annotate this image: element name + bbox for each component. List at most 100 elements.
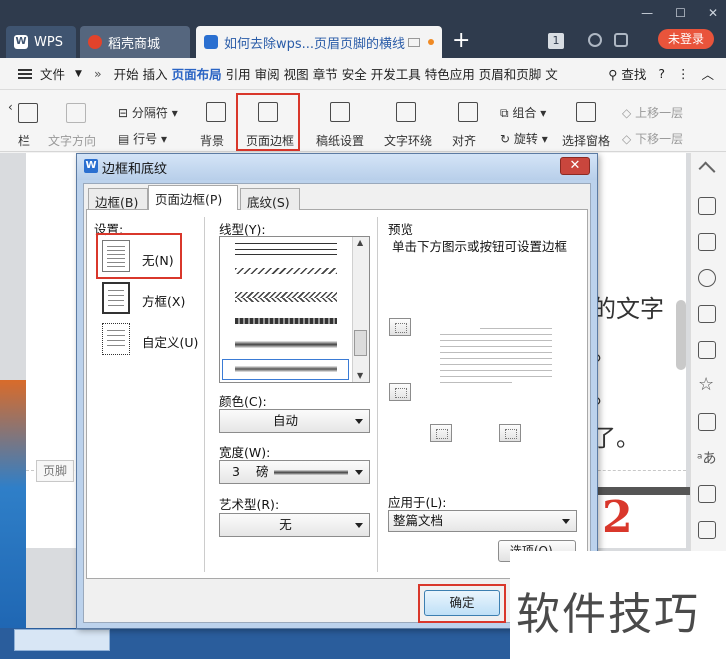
rotate-button[interactable]: ↻ 旋转 ▾ <box>500 130 548 147</box>
background-icon <box>206 102 226 122</box>
help-icon[interactable]: ? <box>658 66 665 81</box>
bring-forward-button[interactable]: ◇ 上移一层 <box>622 104 683 121</box>
setting-box-icon[interactable] <box>102 282 130 314</box>
manuscript-button[interactable]: 稿纸设置 <box>316 132 364 149</box>
page-count-badge[interactable]: 1 <box>548 33 564 49</box>
menu-page-layout[interactable]: 页面布局 <box>170 64 224 83</box>
menu-security[interactable]: 安全 <box>340 64 369 83</box>
scroll-down-icon[interactable]: ▼ <box>357 371 363 380</box>
cursor-icon[interactable] <box>698 233 716 251</box>
text-direction-button[interactable]: 文字方向 <box>48 132 96 149</box>
text-wrap-button[interactable]: 文字环绕 <box>384 132 432 149</box>
picture-icon[interactable] <box>698 521 716 539</box>
document-icon <box>204 35 218 49</box>
line-number-icon: ▤ <box>118 132 130 146</box>
menu-insert[interactable]: 插入 <box>141 64 170 83</box>
line-style-option[interactable] <box>235 298 337 302</box>
menu-special[interactable]: 特色应用 <box>423 64 477 83</box>
color-select[interactable]: 自动 <box>219 409 370 433</box>
tab-wps[interactable]: W WPS <box>6 26 76 58</box>
settings-sliders-icon[interactable] <box>698 305 716 323</box>
dialog-close-button[interactable]: ✕ <box>560 157 590 175</box>
ribbon-scroll-left-icon[interactable]: ‹ <box>8 100 13 114</box>
send-backward-button[interactable]: ◇ 下移一层 <box>622 130 683 147</box>
window-controls: — ☐ ✕ <box>641 6 718 20</box>
setting-custom-label[interactable]: 自定义(U) <box>142 332 198 351</box>
line-style-option[interactable] <box>235 318 337 324</box>
more-left-icon[interactable]: » <box>94 66 102 81</box>
menu-references[interactable]: 引用 <box>224 64 253 83</box>
document-scrollbar[interactable] <box>676 300 686 370</box>
tab-borders[interactable]: 边框(B) <box>88 188 148 210</box>
chevron-down-icon[interactable]: ▼ <box>75 69 82 79</box>
preview-page[interactable] <box>440 328 552 388</box>
art-select[interactable]: 无 <box>219 513 370 537</box>
separator-button[interactable]: ⊟ 分隔符 ▾ <box>118 104 178 121</box>
line-style-option-selected[interactable] <box>235 366 337 372</box>
background-window <box>0 380 26 650</box>
search-icon: ⚲ <box>608 67 618 82</box>
background-button[interactable]: 背景 <box>200 132 224 149</box>
width-select[interactable]: 3 磅 <box>219 460 370 484</box>
line-style-option[interactable] <box>235 254 337 255</box>
login-button[interactable]: 未登录 <box>658 29 714 49</box>
star-icon[interactable]: ☆ <box>698 374 714 395</box>
setting-custom-icon[interactable] <box>102 323 130 355</box>
menu-section[interactable]: 章节 <box>311 64 340 83</box>
share-icon[interactable] <box>698 413 716 431</box>
close-icon[interactable]: ✕ <box>708 6 718 20</box>
line-style-scroll-thumb[interactable] <box>354 330 367 356</box>
menu-file[interactable]: 文件 <box>38 64 67 83</box>
apply-to-select[interactable]: 整篇文档 <box>388 510 577 532</box>
line-style-scrollbar[interactable] <box>352 237 369 382</box>
menu-text-tools[interactable]: 文 <box>543 64 560 83</box>
taskbar-item[interactable] <box>14 629 110 651</box>
calendar-icon[interactable] <box>698 485 716 503</box>
setting-box-label[interactable]: 方框(X) <box>142 291 185 310</box>
chevron-down-icon <box>355 523 363 528</box>
hamburger-icon[interactable] <box>18 68 32 79</box>
watermark-text: 软件技巧 <box>516 589 700 640</box>
minimize-icon[interactable]: — <box>641 6 653 20</box>
line-style-option[interactable] <box>235 341 337 348</box>
left-border-button[interactable] <box>430 424 452 442</box>
line-style-option[interactable] <box>235 243 337 244</box>
menu-review[interactable]: 审阅 <box>253 64 282 83</box>
bottom-border-button[interactable] <box>389 383 411 401</box>
chevron-down-icon <box>355 470 363 475</box>
edit-icon[interactable] <box>698 197 716 215</box>
line-number-button[interactable]: ▤ 行号 ▾ <box>118 130 167 147</box>
selection-pane-button[interactable]: 选择窗格 <box>562 132 610 149</box>
group-button[interactable]: ⧉ 组合 ▾ <box>500 104 546 121</box>
columns-button[interactable]: 栏 <box>18 132 30 149</box>
line-style-option[interactable] <box>235 249 337 250</box>
width-unit: 磅 <box>256 464 269 479</box>
menu-developer[interactable]: 开发工具 <box>369 64 423 83</box>
tab-label: 稻壳商城 <box>108 36 161 52</box>
more-icon[interactable]: ⋮ <box>677 66 690 81</box>
menu-view[interactable]: 视图 <box>282 64 311 83</box>
right-border-button[interactable] <box>499 424 521 442</box>
line-style-option[interactable] <box>235 268 337 274</box>
tab-page-border[interactable]: 页面边框(P) <box>148 185 238 210</box>
top-border-button[interactable] <box>389 318 411 336</box>
image-icon[interactable] <box>698 341 716 359</box>
footer-label[interactable]: 页脚 <box>36 460 74 482</box>
skin-icon[interactable] <box>614 33 628 47</box>
sync-icon[interactable] <box>588 33 602 47</box>
menu-header-footer[interactable]: 页眉和页脚 <box>477 64 544 83</box>
tab-document[interactable]: 如何去除wps...页眉页脚的横线 <box>196 26 442 58</box>
ok-button-highlight <box>418 584 506 623</box>
search-button[interactable]: ⚲ 查找 <box>608 64 646 83</box>
menu-home[interactable]: 开始 <box>112 64 141 83</box>
new-tab-button[interactable]: + <box>452 28 470 53</box>
align-button[interactable]: 对齐 <box>452 132 476 149</box>
maximize-icon[interactable]: ☐ <box>675 6 686 20</box>
shapes-icon[interactable] <box>698 269 716 287</box>
tab-shading[interactable]: 底纹(S) <box>240 188 300 210</box>
tab-docer-store[interactable]: 稻壳商城 <box>80 26 190 58</box>
scroll-up-icon[interactable]: ▲ <box>357 238 363 247</box>
screen-icon[interactable] <box>408 37 420 47</box>
collapse-ribbon-icon[interactable]: ︿ <box>701 64 714 83</box>
translate-icon[interactable]: ᵃあ <box>697 448 716 468</box>
